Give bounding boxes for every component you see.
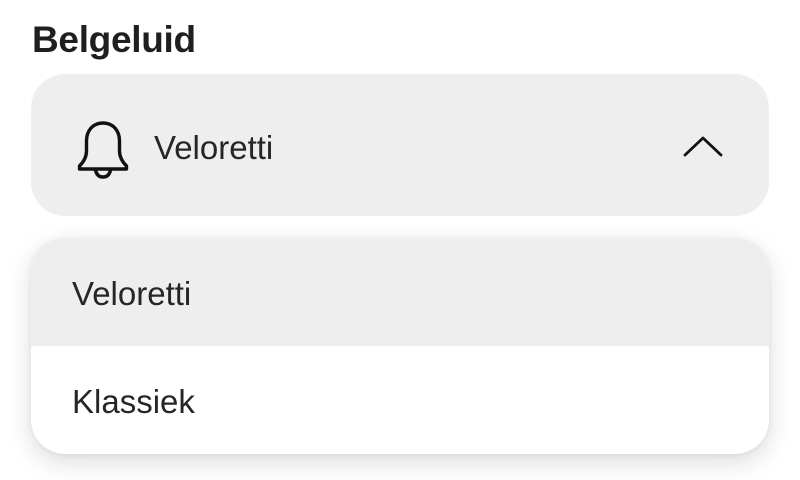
bell-sound-select[interactable] (31, 74, 769, 216)
section-title: Belgeluid (32, 19, 196, 60)
option-klassiek[interactable]: Klassiek (31, 346, 769, 454)
chevron-up-icon[interactable] (682, 134, 724, 158)
dropdown-menu: Veloretti Klassiek (31, 238, 769, 454)
option-label: Veloretti (72, 275, 192, 312)
selected-value: Veloretti (154, 129, 274, 166)
bell-sound-setting: Belgeluid Veloretti Veloretti Klassiek (0, 0, 800, 480)
option-label: Klassiek (72, 383, 195, 420)
option-veloretti[interactable]: Veloretti (31, 238, 769, 346)
bell-icon (77, 121, 129, 179)
